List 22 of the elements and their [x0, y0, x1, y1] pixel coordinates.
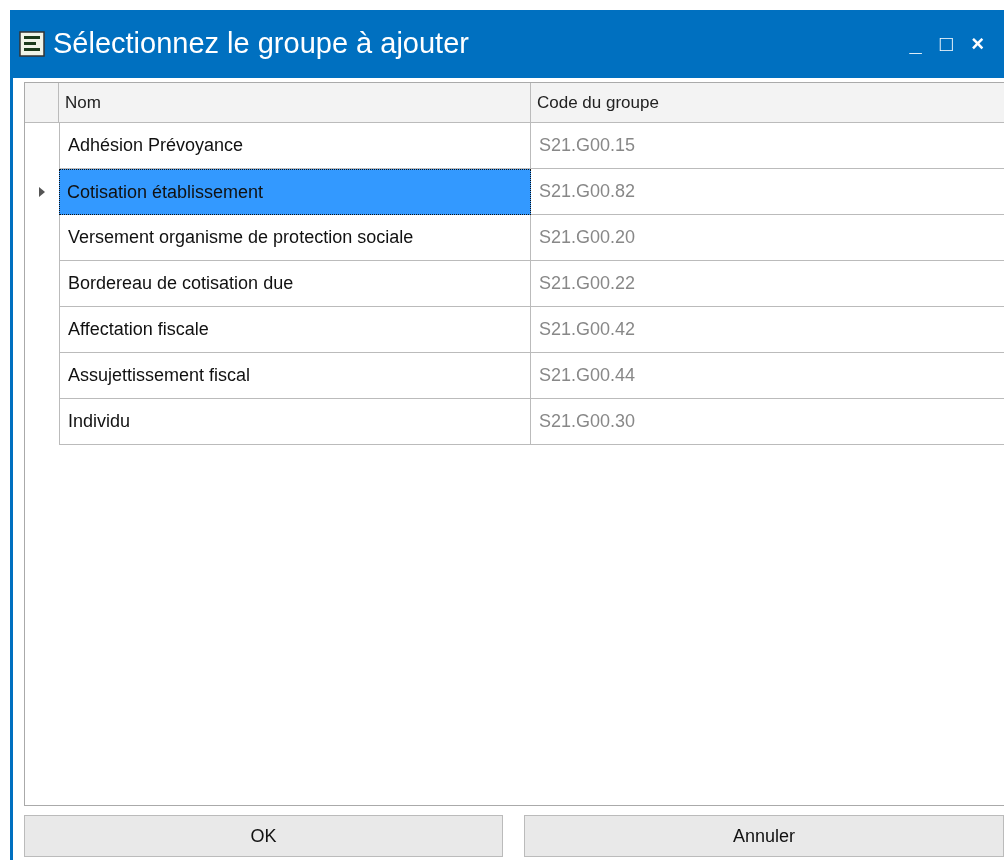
table-cell: S21.G00.42	[531, 307, 1004, 353]
table-cell[interactable]: Bordereau de cotisation due	[59, 261, 531, 307]
table-cell[interactable]: Affectation fiscale	[59, 307, 531, 353]
table-cell: S21.G00.22	[531, 261, 1004, 307]
minimize-button[interactable]: _	[909, 33, 922, 55]
table-cell: S21.G00.20	[531, 215, 1004, 261]
table-cell[interactable]: Versement organisme de protection sociale	[59, 215, 531, 261]
table-cell: S21.G00.15	[531, 123, 1004, 169]
column-header[interactable]: Code du groupe	[531, 83, 1004, 122]
column-header[interactable]: Nom	[59, 83, 531, 122]
table-cell: S21.G00.82	[531, 169, 1004, 215]
cancel-button[interactable]: Annuler	[524, 815, 1004, 857]
ok-button[interactable]: OK	[24, 815, 503, 857]
close-button[interactable]: ×	[971, 33, 984, 55]
table-cell[interactable]: Cotisation établissement	[59, 169, 531, 215]
list-icon	[19, 31, 45, 57]
table-cell: S21.G00.30	[531, 399, 1004, 445]
table-cell[interactable]: Individu	[59, 399, 531, 445]
window-title: Sélectionnez le groupe à ajouter	[53, 26, 470, 62]
table-cell[interactable]: Assujettissement fiscal	[59, 353, 531, 399]
maximize-button[interactable]: □	[939, 33, 954, 55]
table-cell: S21.G00.44	[531, 353, 1004, 399]
